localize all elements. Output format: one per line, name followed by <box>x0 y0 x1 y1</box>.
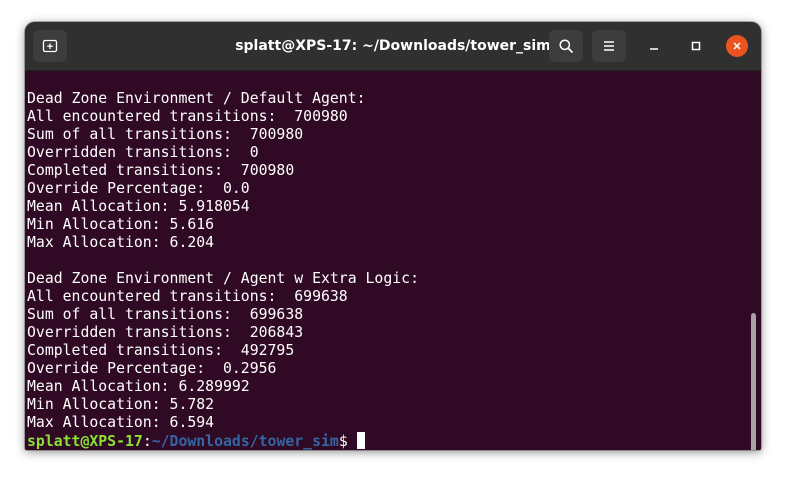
output-line: All encountered transitions: 699638 <box>27 288 348 305</box>
output-line: Min Allocation: 5.782 <box>27 396 215 413</box>
shell-prompt[interactable]: splatt@XPS-17:~/Downloads/tower_sim$ <box>27 432 365 450</box>
menu-button[interactable] <box>592 30 626 62</box>
minimize-icon <box>650 48 658 50</box>
output-line: Completed transitions: 492795 <box>27 342 295 359</box>
output-line: Completed transitions: 700980 <box>27 162 295 179</box>
close-icon <box>733 42 741 50</box>
search-button[interactable] <box>549 30 583 62</box>
prompt-symbol: $ <box>338 433 348 450</box>
search-icon <box>559 39 573 53</box>
prompt-path: ~/Downloads/tower_sim <box>151 433 339 450</box>
title-bar[interactable]: splatt@XPS-17: ~/Downloads/tower_sim <box>25 22 761 71</box>
prompt-user-host: splatt@XPS-17 <box>27 433 143 450</box>
new-tab-icon <box>42 39 58 53</box>
terminal-output-area[interactable]: Dead Zone Environment / Default Agent: A… <box>25 71 761 450</box>
output-line: Mean Allocation: 5.918054 <box>27 198 250 215</box>
output-line: Dead Zone Environment / Default Agent: <box>27 90 366 107</box>
output-line: All encountered transitions: 700980 <box>27 108 348 125</box>
output-line: Min Allocation: 5.616 <box>27 216 215 233</box>
output-line: Override Percentage: 0.0 <box>27 180 250 197</box>
text-cursor <box>356 432 365 449</box>
minimize-button[interactable] <box>643 35 665 57</box>
scrollbar-thumb[interactable] <box>751 313 756 450</box>
output-line: Sum of all transitions: 700980 <box>27 126 304 143</box>
new-tab-button[interactable] <box>33 30 67 62</box>
maximize-icon <box>691 41 701 51</box>
output-line: Dead Zone Environment / Agent w Extra Lo… <box>27 270 419 287</box>
maximize-button[interactable] <box>685 35 707 57</box>
output-line: Sum of all transitions: 699638 <box>27 306 304 323</box>
prompt-separator: : <box>142 433 152 450</box>
output-line: Overridden transitions: 0 <box>27 144 259 161</box>
output-line: Mean Allocation: 6.289992 <box>27 378 250 395</box>
close-button[interactable] <box>726 35 748 57</box>
output-line: Max Allocation: 6.594 <box>27 414 215 431</box>
output-line: Overridden transitions: 206843 <box>27 324 304 341</box>
output-line: Max Allocation: 6.204 <box>27 234 215 251</box>
output-line: Override Percentage: 0.2956 <box>27 360 277 377</box>
terminal-window: splatt@XPS-17: ~/Downloads/tower_sim Dea… <box>25 22 761 450</box>
hamburger-menu-icon <box>604 41 614 51</box>
